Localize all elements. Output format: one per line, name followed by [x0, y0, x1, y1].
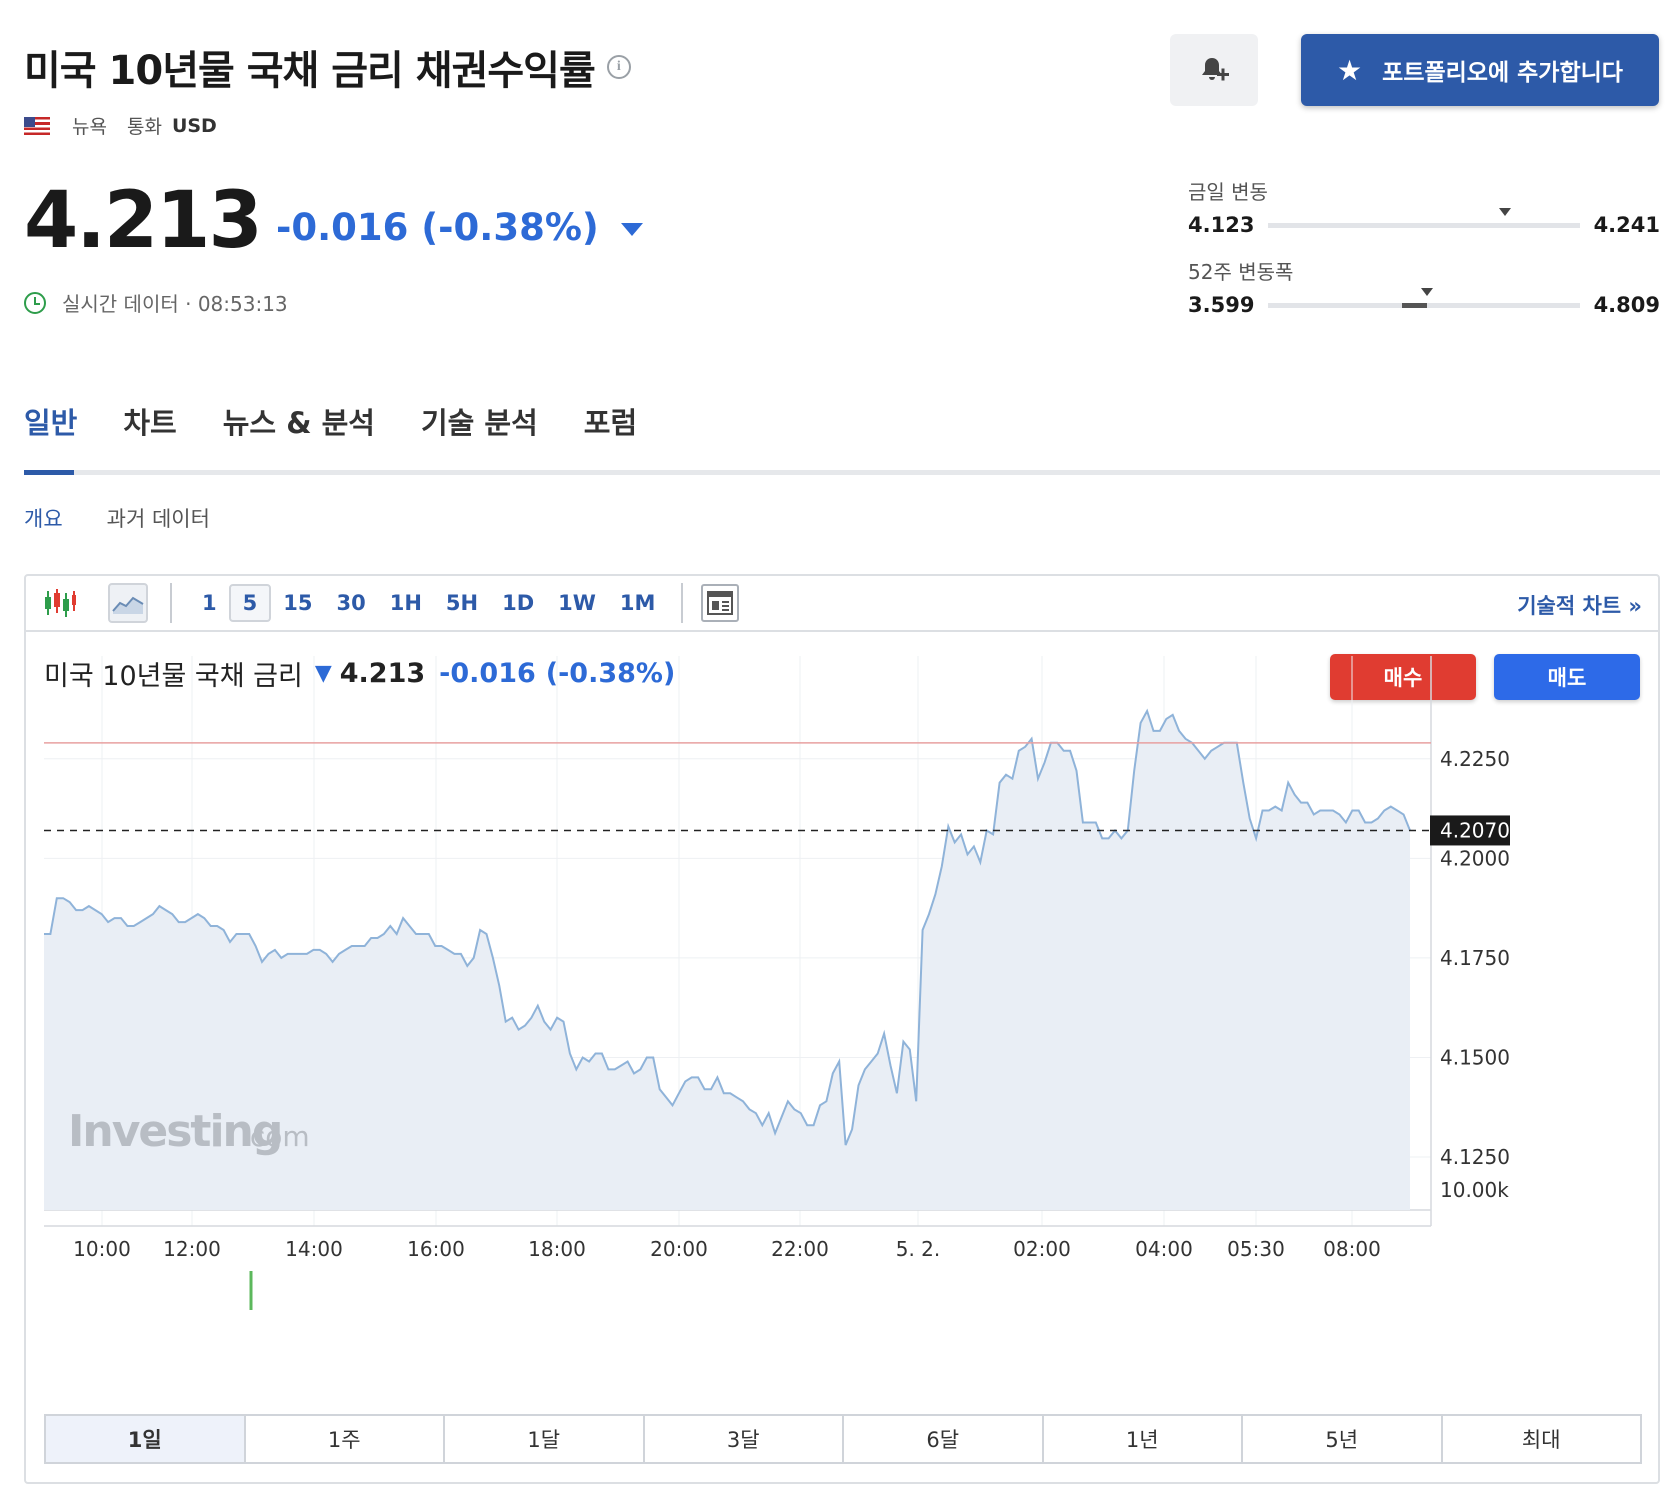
y-tick-label: 4.2250 — [1440, 747, 1510, 771]
tab-chart[interactable]: 차트 — [123, 400, 176, 442]
range-max[interactable]: 최대 — [1443, 1416, 1641, 1462]
tab-technical[interactable]: 기술 분석 — [421, 400, 538, 442]
main-tabs: 일반 차트 뉴스 & 분석 기술 분석 포럼 — [24, 400, 683, 442]
add-alert-button[interactable] — [1170, 34, 1258, 106]
subtab-historical[interactable]: 과거 데이터 — [107, 503, 210, 533]
week52-range-fill — [1402, 302, 1428, 308]
x-tick-label: 20:00 — [650, 1237, 708, 1261]
price-change-value: -0.016 (-0.38%) — [276, 206, 599, 249]
range-3m[interactable]: 3달 — [645, 1416, 844, 1462]
tab-divider — [24, 470, 1660, 475]
page-title: 미국 10년물 국채 금리 채권수익률 — [24, 48, 596, 94]
active-tab-indicator — [24, 470, 74, 475]
us-flag-icon — [24, 116, 50, 135]
add-to-portfolio-button[interactable]: ★ 포트폴리오에 추가합니다 — [1301, 34, 1659, 106]
volume-axis-label: 10.00k — [1440, 1178, 1509, 1202]
week52-range-low: 3.599 — [1188, 293, 1255, 317]
price-change: -0.016 (-0.38%) — [276, 206, 643, 249]
day-range-high: 4.241 — [1593, 213, 1660, 237]
range-5y[interactable]: 5년 — [1243, 1416, 1443, 1462]
week52-range-track — [1268, 287, 1580, 308]
info-icon[interactable]: i — [606, 55, 631, 79]
tab-forum[interactable]: 포럼 — [584, 400, 637, 442]
watermark-suffix: .com — [241, 1120, 310, 1153]
subtab-summary[interactable]: 개요 — [24, 503, 63, 533]
x-tick-label: 5. 2. — [896, 1237, 941, 1261]
currency-code: USD — [171, 114, 217, 137]
x-tick-label: 10:00 — [73, 1237, 131, 1261]
x-tick-label: 14:00 — [285, 1237, 343, 1261]
realtime-label: 실시간 데이터 · 08:53:13 — [62, 292, 288, 316]
last-price: 4.213 — [24, 176, 263, 266]
x-tick-label: 05:30 — [1227, 1237, 1285, 1261]
x-tick-label: 16:00 — [407, 1237, 465, 1261]
price-chart[interactable]: 4.2250 4.2000 4.1750 4.1500 4.1250 10:00 12:0… — [26, 576, 1658, 1406]
range-1y[interactable]: 1년 — [1044, 1416, 1243, 1462]
day-range-label: 금일 변동 — [1188, 180, 1268, 204]
range-1d[interactable]: 1일 — [46, 1416, 246, 1462]
week52-range: 52주 변동폭 3.599 4.809 — [1188, 256, 1660, 317]
tab-overview[interactable]: 일반 — [24, 400, 77, 442]
tab-news[interactable]: 뉴스 & 분석 — [223, 400, 375, 442]
day-range-low: 4.123 — [1188, 213, 1255, 237]
title-row: 미국 10년물 국채 금리 채권수익률 i — [24, 38, 631, 96]
current-price-tag-label: 4.2070 — [1440, 818, 1510, 842]
week52-range-label: 52주 변동폭 — [1188, 260, 1294, 284]
currency-label: 통화 — [126, 116, 162, 138]
add-to-portfolio-label: 포트폴리오에 추가합니다 — [1382, 60, 1623, 86]
y-axis: 4.2250 4.2000 4.1750 4.1500 4.1250 — [1440, 747, 1510, 1169]
x-tick-label: 04:00 — [1135, 1237, 1193, 1261]
chart-widget: 1 5 15 30 1H 5H 1D 1W 1M 기술적 차트 » 미국 10년… — [24, 574, 1660, 1484]
day-range-marker — [1498, 207, 1511, 216]
y-tick-label: 4.1500 — [1440, 1045, 1510, 1069]
x-axis: 10:00 12:00 14:00 16:00 18:00 20:00 22:00 5. 2.… — [73, 1237, 1381, 1261]
range-6m[interactable]: 6달 — [844, 1416, 1044, 1462]
star-icon: ★ — [1337, 53, 1363, 87]
realtime-status: 실시간 데이터 · 08:53:13 — [24, 288, 288, 317]
sub-tabs: 개요 과거 데이터 — [24, 503, 254, 533]
x-tick-label: 02:00 — [1013, 1237, 1071, 1261]
instrument-meta: 뉴욕 통화 USD — [24, 112, 217, 139]
exchange-name: 뉴욕 — [72, 116, 107, 138]
time-range-selector: 1일 1주 1달 3달 6달 1년 5년 최대 — [44, 1414, 1642, 1464]
y-tick-label: 4.2000 — [1440, 846, 1510, 870]
week52-range-marker — [1421, 287, 1434, 296]
y-tick-label: 4.1750 — [1440, 946, 1510, 970]
day-range: 금일 변동 4.123 4.241 — [1188, 176, 1660, 237]
caret-down-icon — [620, 223, 643, 236]
range-1m[interactable]: 1달 — [445, 1416, 645, 1462]
y-tick-label: 4.1250 — [1440, 1145, 1510, 1169]
week52-range-high: 4.809 — [1593, 293, 1660, 317]
range-1w[interactable]: 1주 — [246, 1416, 445, 1462]
x-tick-label: 08:00 — [1323, 1237, 1381, 1261]
clock-icon — [24, 291, 46, 314]
day-range-track — [1268, 207, 1580, 228]
x-tick-label: 12:00 — [163, 1237, 221, 1261]
bell-plus-icon — [1202, 58, 1229, 81]
x-tick-label: 18:00 — [528, 1237, 586, 1261]
current-price-tag: 4.2070 — [1430, 815, 1510, 846]
x-tick-label: 22:00 — [771, 1237, 829, 1261]
